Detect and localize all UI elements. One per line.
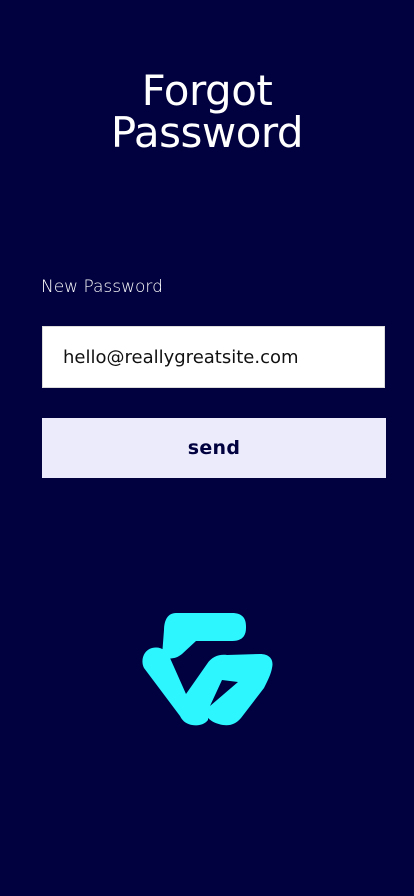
forgot-password-screen: Forgot Password New Password send [0, 0, 414, 896]
new-password-label: New Password [41, 277, 163, 297]
page-title: Forgot Password [0, 70, 414, 154]
send-button[interactable]: send [42, 418, 386, 478]
page-title-line-2: Password [110, 108, 304, 157]
new-password-input[interactable] [42, 326, 385, 388]
page-title-line-1: Forgot [141, 66, 273, 115]
ws-logo-icon [142, 613, 273, 726]
